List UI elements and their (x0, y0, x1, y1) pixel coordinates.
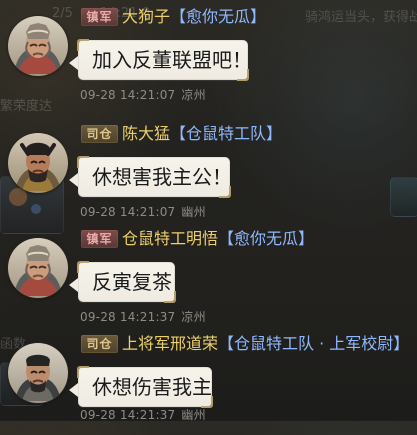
alliance-name[interactable]: 【仓鼠特工队 · 上军校尉】 (218, 334, 409, 353)
sender-line: 大狗子【愈你无瓜】 (122, 5, 266, 29)
sender-name[interactable]: 上将军邢道荣 (122, 334, 218, 353)
location-label: 凉州 (181, 88, 206, 102)
message-bubble: 休想害我主公！ (77, 156, 232, 198)
message-bubble: 加入反董联盟吧！ (77, 39, 252, 81)
message-meta: 09-28 14:21:07 幽州 (80, 204, 206, 220)
sender-name[interactable]: 陈大猛 (122, 124, 170, 143)
rank-badge: 司仓 (81, 125, 118, 143)
bubble-tail (69, 383, 78, 397)
timestamp: 09-28 14:21:07 (80, 88, 176, 102)
chat-message: 司仓 上将军邢道荣【仓鼠特工队 · 上军校尉】 休想伤害我主 09-28 14:… (0, 331, 417, 435)
sender-line: 上将军邢道荣【仓鼠特工队 · 上军校尉】 (122, 332, 409, 356)
timestamp: 09-28 14:21:37 (80, 408, 176, 422)
location-label: 幽州 (181, 408, 206, 422)
avatar[interactable] (8, 133, 68, 193)
timestamp: 09-28 14:21:07 (80, 205, 176, 219)
message-bubble: 休想伤害我主 (77, 366, 213, 408)
bubble-tail (69, 56, 78, 70)
rank-badge: 司仓 (81, 335, 118, 353)
bubble-tail (69, 278, 78, 292)
message-bubble: 反寅复茶 (77, 261, 176, 303)
timestamp: 09-28 14:21:37 (80, 310, 176, 324)
message-header: 司仓 上将军邢道荣【仓鼠特工队 · 上军校尉】 (78, 331, 412, 357)
message-header: 镇军 大狗子【愈你无瓜】 (78, 4, 412, 30)
message-header: 司仓 陈大猛【仓鼠特工队】 (78, 121, 412, 147)
chat-message: 镇军 大狗子【愈你无瓜】 加入反董联盟吧！ 09-28 14:21:07 凉州 (0, 4, 417, 108)
sender-line: 陈大猛【仓鼠特工队】 (122, 122, 282, 146)
message-meta: 09-28 14:21:37 凉州 (80, 309, 206, 325)
rank-badge: 镇军 (81, 8, 118, 26)
sender-name[interactable]: 大狗子 (122, 7, 170, 26)
location-label: 幽州 (181, 205, 206, 219)
location-label: 凉州 (181, 310, 206, 324)
avatar[interactable] (8, 238, 68, 298)
avatar[interactable] (8, 343, 68, 403)
sender-name[interactable]: 仓鼠特工明悟 (122, 229, 218, 248)
alliance-name[interactable]: 【愈你无瓜】 (218, 229, 314, 248)
message-header: 镇军 仓鼠特工明悟【愈你无瓜】 (78, 226, 412, 252)
rank-badge: 镇军 (81, 230, 118, 248)
avatar[interactable] (8, 16, 68, 76)
chat-message: 司仓 陈大猛【仓鼠特工队】 休想害我主公！ 09-28 14:21:07 幽州 (0, 121, 417, 225)
sender-line: 仓鼠特工明悟【愈你无瓜】 (122, 227, 314, 251)
bubble-tail (69, 173, 78, 187)
alliance-name[interactable]: 【仓鼠特工队】 (170, 124, 282, 143)
alliance-name[interactable]: 【愈你无瓜】 (170, 7, 266, 26)
message-meta: 09-28 14:21:07 凉州 (80, 87, 206, 103)
chat-message: 镇军 仓鼠特工明悟【愈你无瓜】 反寅复茶 09-28 14:21:37 凉州 (0, 226, 417, 330)
